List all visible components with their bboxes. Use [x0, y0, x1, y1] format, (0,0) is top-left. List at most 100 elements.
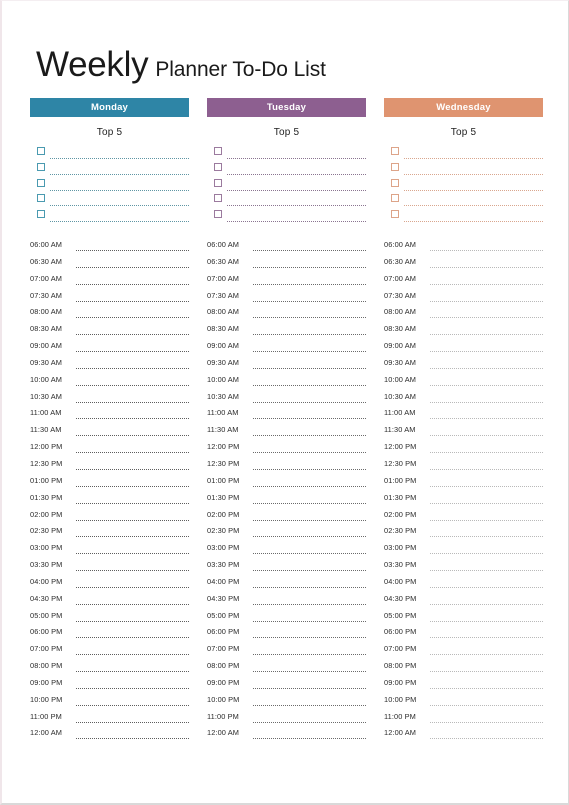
write-line[interactable]: [253, 250, 366, 251]
write-line[interactable]: [430, 367, 543, 369]
time-slot[interactable]: 11:00 AM: [384, 408, 543, 425]
write-line[interactable]: [404, 173, 543, 175]
time-slot[interactable]: 08:30 AM: [207, 324, 366, 341]
write-line[interactable]: [76, 671, 189, 673]
write-line[interactable]: [227, 221, 366, 223]
write-line[interactable]: [430, 637, 543, 639]
time-slot[interactable]: 07:30 AM: [384, 291, 543, 308]
write-line[interactable]: [253, 687, 366, 689]
time-slot[interactable]: 10:00 AM: [207, 375, 366, 392]
checkbox-icon[interactable]: [391, 147, 399, 155]
write-line[interactable]: [404, 205, 543, 207]
write-line[interactable]: [430, 721, 543, 723]
write-line[interactable]: [253, 704, 366, 706]
checkbox-icon[interactable]: [214, 147, 222, 155]
time-slot[interactable]: 12:30 PM: [384, 459, 543, 476]
time-slot[interactable]: 02:00 PM: [207, 510, 366, 527]
write-line[interactable]: [253, 519, 366, 521]
write-line[interactable]: [76, 536, 189, 538]
time-slot[interactable]: 08:30 AM: [384, 324, 543, 341]
time-slot[interactable]: 07:30 AM: [30, 291, 189, 308]
checkbox-icon[interactable]: [391, 194, 399, 203]
time-slot[interactable]: 08:00 AM: [30, 307, 189, 324]
top5-item[interactable]: [384, 178, 543, 194]
time-slot[interactable]: 04:00 PM: [207, 577, 366, 594]
time-slot[interactable]: 03:30 PM: [207, 560, 366, 577]
time-slot[interactable]: 01:00 PM: [207, 476, 366, 493]
time-slot[interactable]: 01:30 PM: [207, 493, 366, 510]
write-line[interactable]: [430, 687, 543, 689]
write-line[interactable]: [430, 418, 543, 420]
top5-item[interactable]: [30, 178, 189, 194]
time-slot[interactable]: 02:00 PM: [384, 510, 543, 527]
write-line[interactable]: [430, 654, 543, 656]
write-line[interactable]: [253, 351, 366, 353]
time-slot[interactable]: 10:00 PM: [30, 695, 189, 712]
time-slot[interactable]: 08:00 PM: [384, 661, 543, 678]
time-slot[interactable]: 03:30 PM: [30, 560, 189, 577]
top5-item[interactable]: [207, 146, 366, 162]
write-line[interactable]: [430, 738, 543, 740]
time-slot[interactable]: 10:30 AM: [207, 392, 366, 409]
write-line[interactable]: [50, 173, 189, 175]
time-slot[interactable]: 07:00 PM: [384, 644, 543, 661]
write-line[interactable]: [253, 418, 366, 420]
time-slot[interactable]: 12:00 PM: [384, 442, 543, 459]
write-line[interactable]: [76, 603, 189, 605]
time-slot[interactable]: 10:30 AM: [384, 392, 543, 409]
write-line[interactable]: [430, 485, 543, 487]
write-line[interactable]: [253, 620, 366, 622]
write-line[interactable]: [50, 158, 189, 159]
write-line[interactable]: [50, 205, 189, 207]
time-slot[interactable]: 11:30 AM: [384, 425, 543, 442]
top5-item[interactable]: [384, 146, 543, 162]
time-slot[interactable]: 12:00 AM: [207, 728, 366, 745]
write-line[interactable]: [253, 654, 366, 656]
write-line[interactable]: [253, 283, 366, 285]
time-slot[interactable]: 11:00 PM: [30, 712, 189, 729]
write-line[interactable]: [253, 334, 366, 336]
time-slot[interactable]: 03:00 PM: [384, 543, 543, 560]
top5-item[interactable]: [384, 209, 543, 225]
write-line[interactable]: [430, 384, 543, 386]
time-slot[interactable]: 06:00 PM: [207, 627, 366, 644]
top5-item[interactable]: [30, 193, 189, 209]
write-line[interactable]: [430, 620, 543, 622]
top5-item[interactable]: [384, 193, 543, 209]
write-line[interactable]: [430, 519, 543, 521]
time-slot[interactable]: 01:00 PM: [384, 476, 543, 493]
checkbox-icon[interactable]: [37, 194, 45, 203]
checkbox-icon[interactable]: [37, 162, 45, 171]
write-line[interactable]: [253, 586, 366, 588]
time-slot[interactable]: 09:00 PM: [384, 678, 543, 695]
time-slot[interactable]: 08:00 PM: [30, 661, 189, 678]
write-line[interactable]: [253, 738, 366, 740]
write-line[interactable]: [430, 317, 543, 319]
time-slot[interactable]: 05:00 PM: [384, 611, 543, 628]
top5-item[interactable]: [207, 209, 366, 225]
time-slot[interactable]: 08:00 AM: [207, 307, 366, 324]
write-line[interactable]: [76, 334, 189, 336]
time-slot[interactable]: 11:30 AM: [207, 425, 366, 442]
write-line[interactable]: [430, 502, 543, 504]
top5-item[interactable]: [384, 162, 543, 178]
write-line[interactable]: [76, 300, 189, 302]
write-line[interactable]: [253, 570, 366, 572]
write-line[interactable]: [430, 553, 543, 555]
time-slot[interactable]: 10:30 AM: [30, 392, 189, 409]
write-line[interactable]: [76, 485, 189, 487]
time-slot[interactable]: 04:00 PM: [384, 577, 543, 594]
write-line[interactable]: [76, 637, 189, 639]
time-slot[interactable]: 12:30 PM: [207, 459, 366, 476]
time-slot[interactable]: 08:30 AM: [30, 324, 189, 341]
time-slot[interactable]: 09:00 AM: [207, 341, 366, 358]
time-slot[interactable]: 07:00 AM: [30, 274, 189, 291]
write-line[interactable]: [76, 418, 189, 420]
time-slot[interactable]: 06:00 AM: [30, 240, 189, 257]
write-line[interactable]: [50, 221, 189, 223]
write-line[interactable]: [76, 586, 189, 588]
time-slot[interactable]: 11:00 AM: [207, 408, 366, 425]
time-slot[interactable]: 07:00 AM: [207, 274, 366, 291]
write-line[interactable]: [253, 603, 366, 605]
time-slot[interactable]: 09:00 AM: [30, 341, 189, 358]
